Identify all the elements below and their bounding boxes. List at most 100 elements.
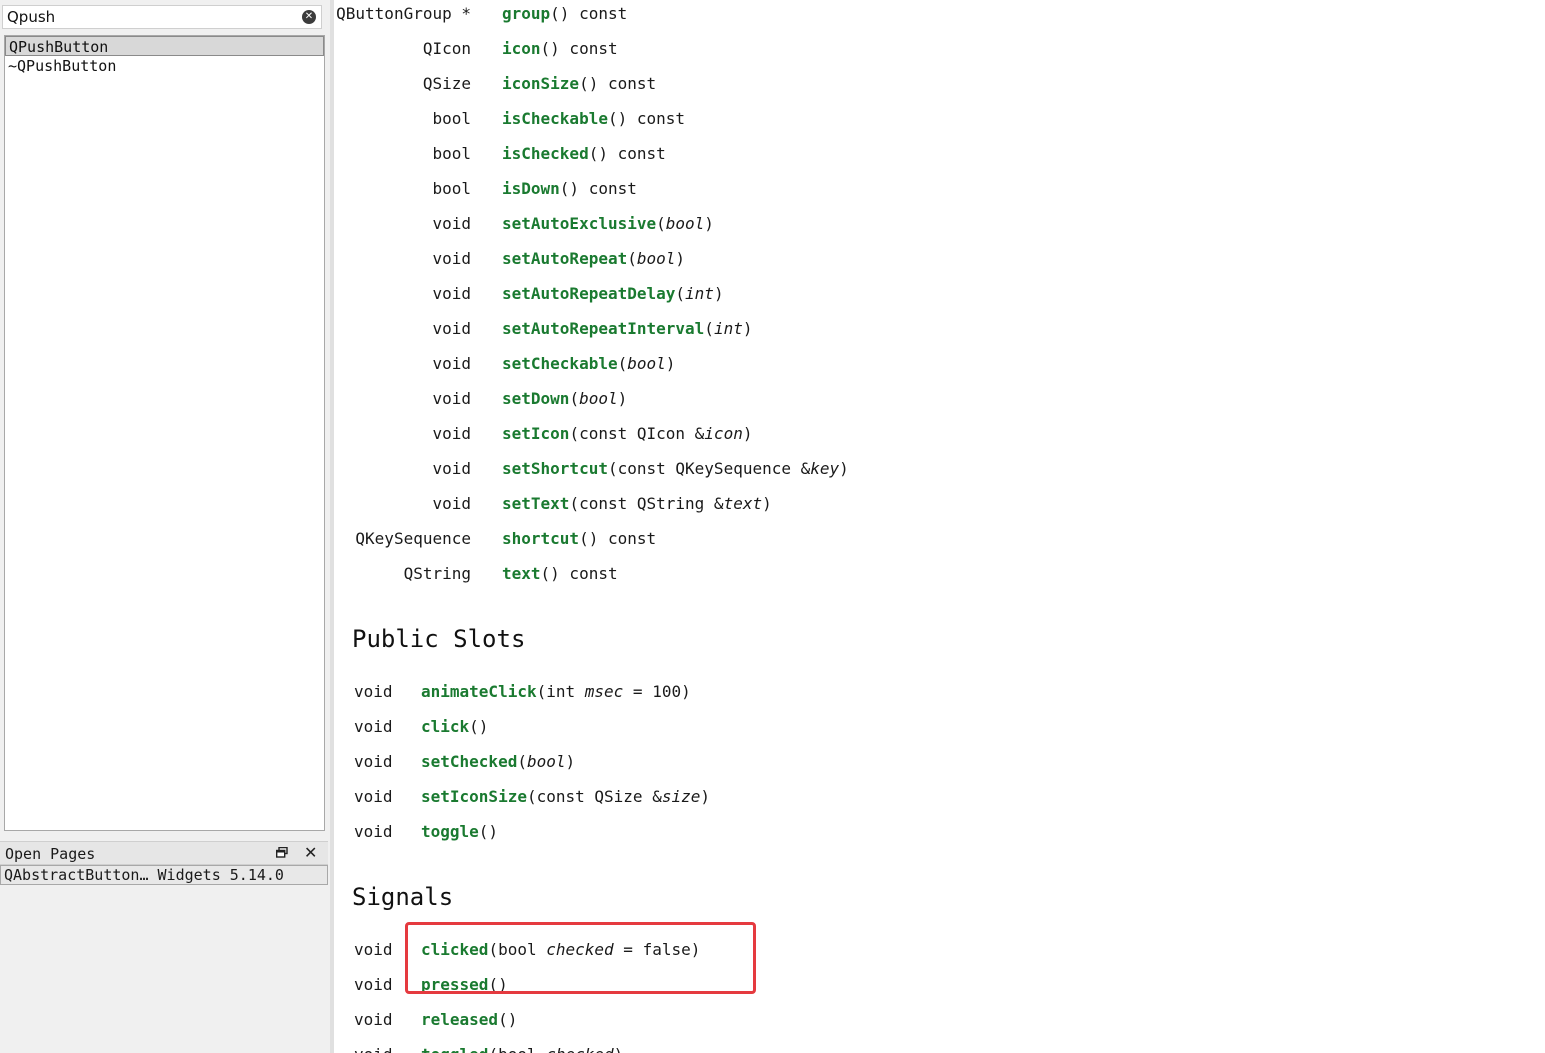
return-type: void — [432, 354, 471, 373]
signature: icon() const — [502, 37, 618, 61]
signature-text: ) — [742, 319, 753, 338]
signature-text: (bool — [488, 1045, 546, 1053]
index-item[interactable]: ~QPushButton — [5, 56, 324, 76]
member-row: void setAutoRepeatInterval(int) — [334, 317, 1534, 341]
member-row: QKeySequence shortcut() const — [334, 527, 1534, 551]
signature-text: () — [607, 109, 628, 128]
signature-text: ( — [675, 284, 686, 303]
return-type: void — [432, 424, 471, 443]
return-type: QKeySequence — [355, 529, 471, 548]
signature: click() — [421, 715, 488, 739]
parameter-name: size — [661, 787, 701, 806]
return-type: QIcon — [422, 39, 471, 58]
signature-text: const — [559, 564, 618, 583]
member-row: void setDown(bool) — [334, 387, 1534, 411]
signature-text: () — [550, 4, 570, 23]
signature-text: ) — [617, 389, 628, 408]
signature: setIcon(const QIcon &icon) — [502, 422, 752, 446]
signature-text: ) — [675, 249, 686, 268]
member-row: void toggled(bool checked) — [334, 1043, 1534, 1053]
member-row: void setCheckable(bool) — [334, 352, 1534, 376]
function-link[interactable]: released — [421, 1010, 498, 1029]
index-search-input[interactable] — [7, 8, 297, 26]
parameter-name: bool — [665, 214, 705, 233]
open-pages-header: Open Pages ✕ — [0, 841, 328, 865]
function-link[interactable]: shortcut — [502, 529, 579, 548]
return-type: void — [432, 319, 471, 338]
function-link[interactable]: isCheckable — [502, 109, 608, 128]
clear-search-icon[interactable]: ✕ — [302, 10, 316, 24]
signature: text() const — [502, 562, 618, 586]
signature-text: (const QString & — [569, 494, 724, 513]
function-link[interactable]: icon — [502, 39, 541, 58]
return-type: void — [354, 717, 393, 736]
index-results-list[interactable]: QPushButton ~QPushButton — [4, 35, 325, 831]
function-link[interactable]: setIconSize — [421, 787, 527, 806]
function-link[interactable]: setAutoRepeat — [502, 249, 627, 268]
return-type: void — [432, 459, 471, 478]
member-row: QButtonGroup * group() const — [334, 2, 1534, 26]
function-link[interactable]: toggle — [421, 822, 479, 841]
function-link[interactable]: setChecked — [421, 752, 517, 771]
function-link[interactable]: pressed — [421, 975, 488, 994]
signature: clicked(bool checked = false) — [421, 938, 700, 962]
signature-text: ) — [614, 1045, 624, 1053]
member-row: void toggle() — [334, 820, 1534, 844]
signature: isCheckable() const — [502, 107, 685, 131]
function-link[interactable]: setAutoExclusive — [502, 214, 656, 233]
function-link[interactable]: click — [421, 717, 469, 736]
signature: toggled(bool checked) — [421, 1043, 623, 1053]
parameter-name: int — [685, 284, 714, 303]
member-row: void released() — [334, 1008, 1534, 1032]
signature: setIconSize(const QSize &size) — [421, 785, 710, 809]
function-link[interactable]: clicked — [421, 940, 488, 959]
signature-text: () — [540, 564, 560, 583]
return-type: void — [354, 975, 393, 994]
member-row: void setAutoRepeat(bool) — [334, 247, 1534, 271]
function-link[interactable]: setCheckable — [502, 354, 618, 373]
signature-text: ) — [742, 424, 753, 443]
signature: toggle() — [421, 820, 498, 844]
return-type: bool — [432, 179, 471, 198]
return-type: void — [432, 389, 471, 408]
signature: pressed() — [421, 973, 508, 997]
signature-text: ) — [704, 214, 714, 233]
function-link[interactable]: toggled — [421, 1045, 488, 1053]
member-row: void animateClick(int msec = 100) — [334, 680, 1534, 704]
return-type: bool — [432, 144, 471, 163]
function-link[interactable]: group — [502, 4, 550, 23]
function-link[interactable]: setDown — [502, 389, 569, 408]
function-link[interactable]: setIcon — [502, 424, 569, 443]
signature-text: const — [598, 74, 657, 93]
return-type: void — [354, 1043, 393, 1053]
float-window-icon[interactable] — [276, 847, 288, 858]
signature: setText(const QString &text) — [502, 492, 772, 516]
help-sidebar: ✕ QPushButton ~QPushButton Open Pages ✕ … — [0, 0, 330, 1053]
function-link[interactable]: setAutoRepeatInterval — [502, 319, 704, 338]
signature-text: (int — [536, 682, 585, 701]
open-page-item[interactable]: QAbstractButton… Widgets 5.14.0 — [1, 866, 327, 884]
index-search-box[interactable]: ✕ — [2, 5, 322, 29]
index-item[interactable]: QPushButton — [5, 36, 324, 56]
member-row: void click() — [334, 715, 1534, 739]
parameter-name: bool — [579, 389, 618, 408]
signature-text: ( — [617, 354, 628, 373]
signature-text: ) — [700, 787, 710, 806]
signature-text: ) — [713, 284, 724, 303]
function-link[interactable]: animateClick — [421, 682, 537, 701]
function-link[interactable]: iconSize — [502, 74, 579, 93]
function-link[interactable]: isChecked — [502, 144, 589, 163]
function-link[interactable]: setShortcut — [502, 459, 608, 478]
signature-text: () — [579, 529, 599, 548]
close-icon[interactable]: ✕ — [304, 843, 317, 863]
member-row: void clicked(bool checked = false) — [334, 938, 1534, 962]
signature-text: (const QKeySequence & — [607, 459, 811, 478]
function-link[interactable]: text — [502, 564, 541, 583]
signature-text: const — [627, 109, 686, 128]
function-link[interactable]: isDown — [502, 179, 560, 198]
signature-text: const — [559, 39, 618, 58]
signature: setDown(bool) — [502, 387, 627, 411]
signature-text: ( — [517, 752, 527, 771]
function-link[interactable]: setText — [502, 494, 569, 513]
function-link[interactable]: setAutoRepeatDelay — [502, 284, 675, 303]
